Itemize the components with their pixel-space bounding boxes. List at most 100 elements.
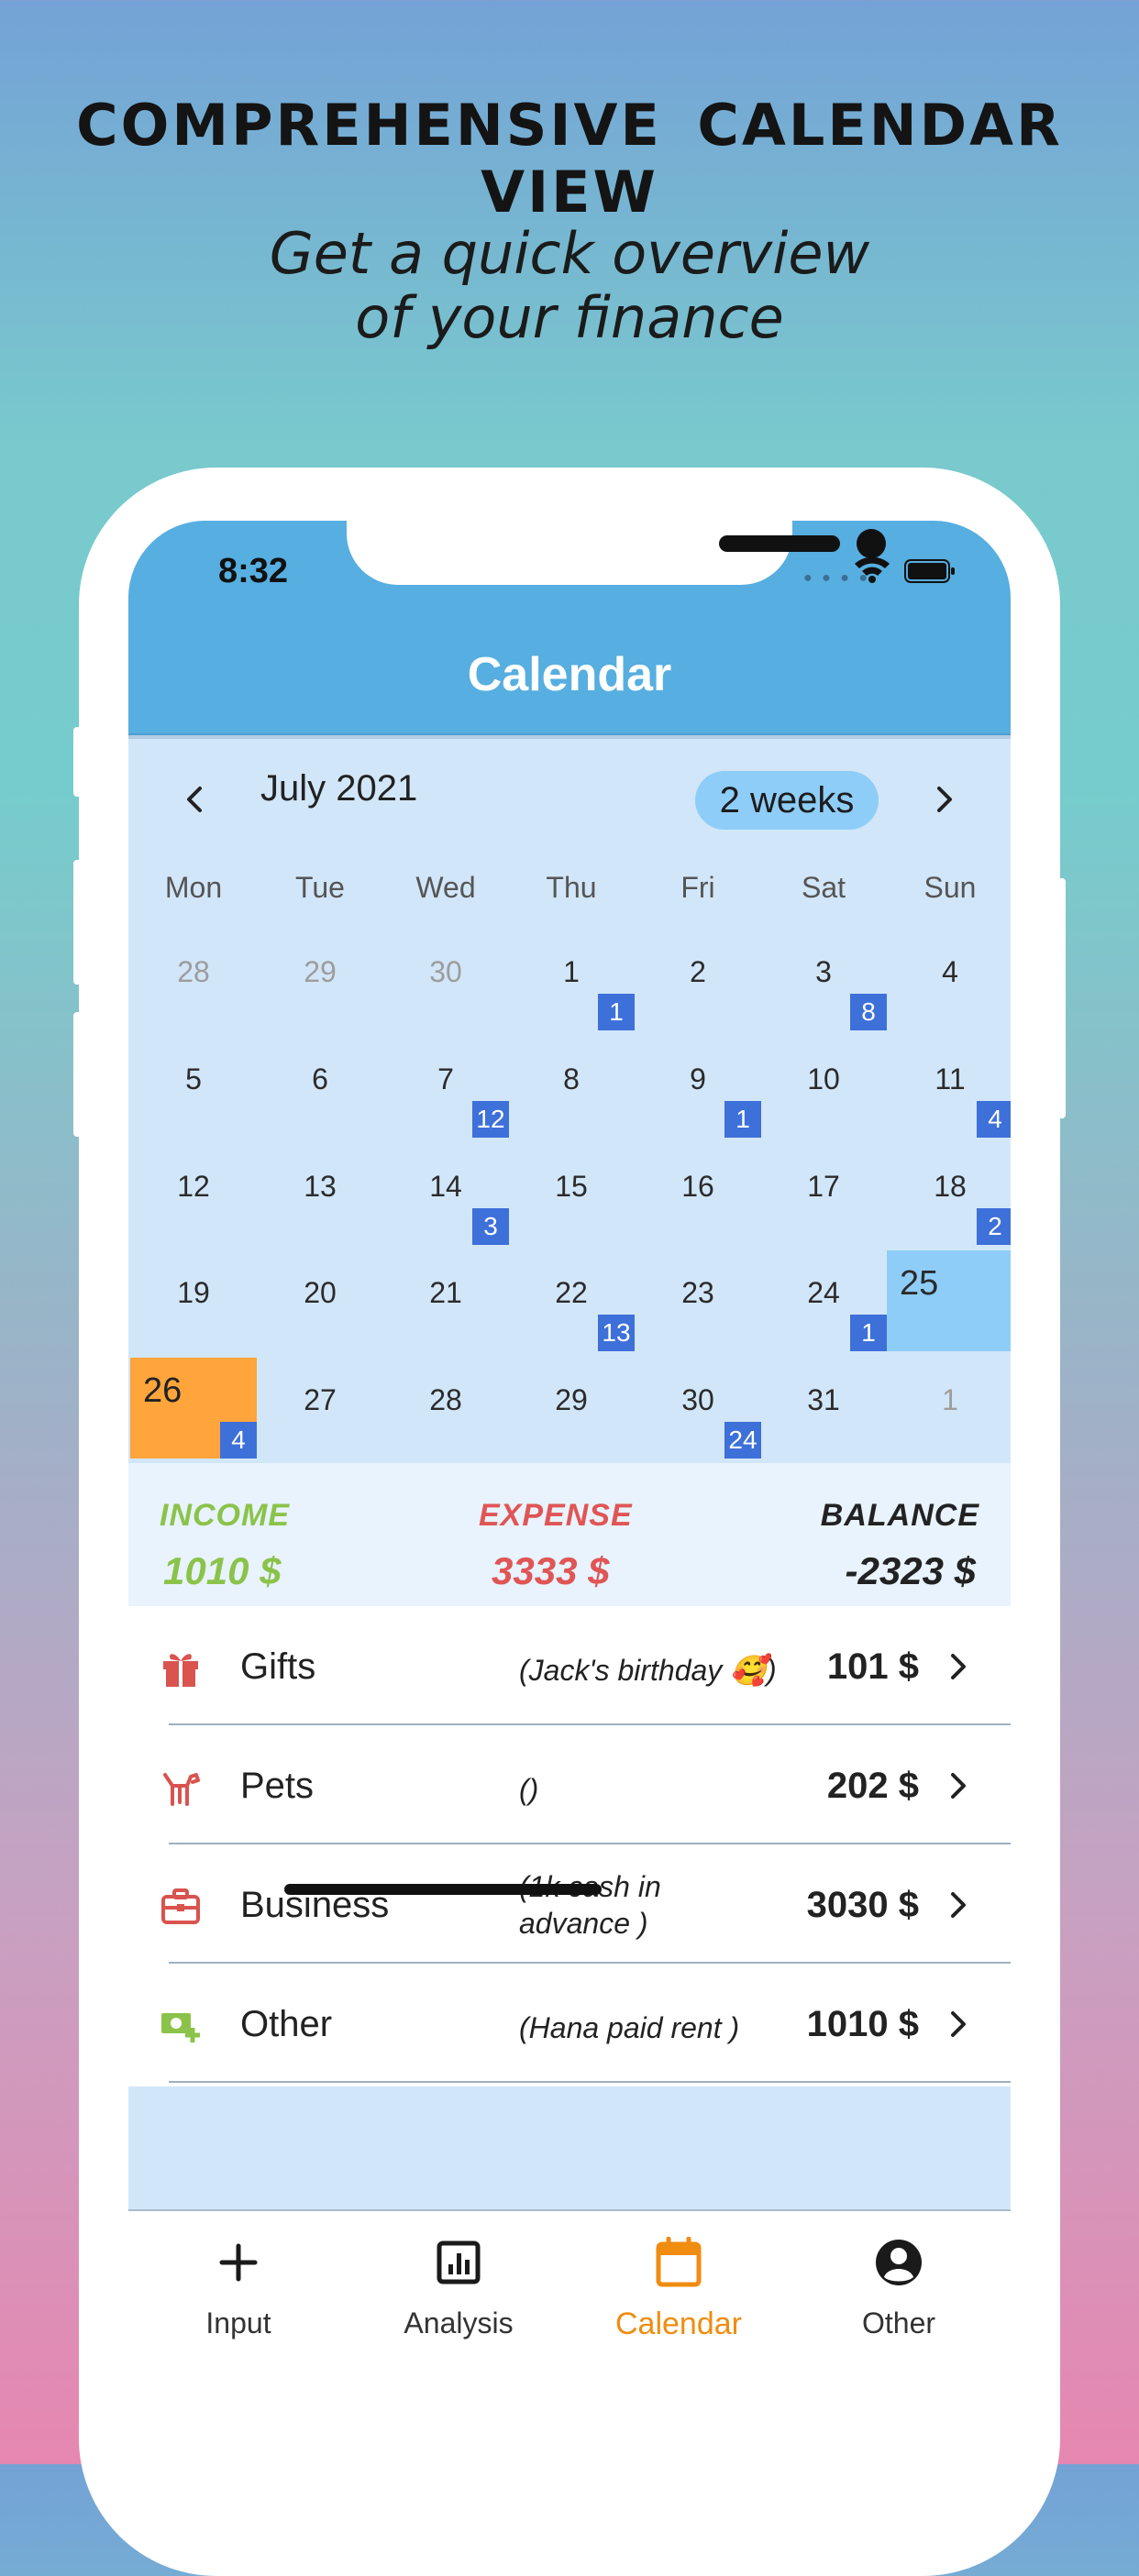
weekday-label: Thu [546,871,597,904]
plus-icon [219,2243,258,2282]
day-number: 28 [429,1383,462,1416]
cash-plus-icon [161,2013,200,2042]
weekday-label: Fri [680,871,715,904]
home-indicator[interactable] [284,1884,602,1895]
previous-month-button[interactable] [167,772,222,827]
speaker-grille [719,535,840,552]
day-number: 13 [304,1170,337,1203]
calendar-day[interactable]: 15 [508,1144,635,1245]
calendar-day[interactable]: 12 [130,1144,257,1245]
battery-icon [904,559,955,583]
day-number: 10 [807,1062,840,1095]
calendar-day[interactable]: 30 24 [635,1358,761,1459]
day-number: 19 [177,1276,210,1309]
day-number: 17 [807,1170,840,1203]
day-number: 15 [555,1170,588,1203]
tab-calendar[interactable]: Calendar [569,2211,789,2394]
calendar-day[interactable]: 29 [257,930,383,1030]
tab-label: Other [861,2306,936,2339]
day-number: 16 [681,1170,714,1203]
transaction-row[interactable]: Other (Hana paid rent ) 1010 $ [128,1964,1011,2083]
calendar-day[interactable]: 28 [130,930,257,1030]
calendar-day[interactable]: 91 [635,1037,761,1138]
calendar-day[interactable]: 31 [760,1358,887,1459]
calendar-day[interactable]: 23 [635,1250,761,1351]
calendar-day[interactable]: 6 [257,1037,383,1138]
calendar-day[interactable]: 30 [382,930,509,1030]
calendar-day[interactable]: 24 1 [760,1250,887,1351]
day-number: 23 [681,1276,714,1309]
transaction-amount: 202 $ [826,1766,919,1806]
day-number: 1 [942,1383,958,1416]
calendar-day[interactable]: 21 [382,1250,509,1351]
tab-other[interactable]: Other [789,2211,1009,2394]
calendar-day[interactable]: 11 4 [887,1037,1011,1138]
calendar-day[interactable]: 28 [382,1358,509,1459]
calendar-day[interactable]: 11 [508,930,635,1030]
page-title: Calendar [467,648,672,701]
day-number: 5 [185,1062,202,1095]
transaction-count-badge: 1 [724,1101,761,1138]
expense-label: EXPENSE [479,1498,633,1533]
wifi-icon [855,556,890,583]
calendar-day[interactable]: 22 13 [508,1250,635,1351]
transaction-row[interactable]: Business (1k cash in advance ) 3030 $ [128,1844,1011,1964]
calendar-day[interactable]: 16 [635,1144,761,1245]
transaction-note: (1k cash in advance ) [519,1868,661,1942]
calendar-day[interactable]: 1 [887,1358,1011,1459]
calendar-day[interactable]: 2 [635,930,761,1030]
transaction-count-badge: 24 [724,1422,761,1459]
day-number: 29 [304,955,337,988]
transaction-category: Gifts [240,1646,316,1687]
calendar-day[interactable]: 13 [257,1144,383,1245]
calendar-day-selected[interactable]: 26 4 [130,1358,257,1459]
calendar-day[interactable]: 29 [508,1358,635,1459]
calendar-day[interactable]: 14 3 [382,1144,509,1245]
calendar-day[interactable]: 8 [508,1037,635,1138]
next-month-button[interactable] [917,772,972,827]
calendar-format-toggle[interactable]: 2 weeks [695,771,879,830]
transaction-count-badge: 4 [977,1101,1011,1138]
day-number: 26 [143,1371,182,1410]
weekday-label: Tue [295,871,345,904]
transaction-amount: 3030 $ [806,1885,919,1925]
tab-input[interactable]: Input [128,2211,348,2394]
calendar-day[interactable]: 18 2 [887,1144,1011,1245]
tab-label: Analysis [404,2306,514,2339]
transaction-count-badge: 1 [850,1315,887,1351]
calendar-day-today[interactable]: 25 [887,1250,1011,1351]
transaction-row[interactable]: Gifts (Jack's birthday 🥰) 101 $ [128,1606,1011,1725]
calendar-day[interactable]: 17 [760,1144,887,1245]
tab-label: Calendar [615,2306,742,2341]
promo-subtitle-line-2: of your finance [355,284,784,351]
transaction-row[interactable]: Pets () 202 $ [128,1725,1011,1844]
day-number: 4 [942,955,958,988]
calendar-day[interactable]: 4 [887,930,1011,1030]
day-number: 20 [304,1276,337,1309]
calendar-day[interactable]: 20 [257,1250,383,1351]
promo-subtitle: Get a quick overview of your finance [0,222,1139,350]
day-number: 25 [900,1264,939,1303]
calendar-day[interactable]: 38 [760,930,887,1030]
chevron-right-icon [951,1773,966,1799]
transaction-count-badge: 1 [598,994,635,1030]
transaction-count-badge: 13 [598,1315,635,1351]
weekday-label: Sun [923,871,977,904]
bottom-tab-bar: Input Analysis Calendar Other [128,2209,1011,2537]
tab-analysis[interactable]: Analysis [348,2211,569,2394]
calendar-day[interactable]: 5 [130,1037,257,1138]
pet-icon [163,1773,200,1806]
expense-value: 3333 $ [492,1549,610,1592]
calendar-day[interactable]: 27 [257,1358,383,1459]
day-number: 31 [807,1383,840,1416]
transaction-count-badge: 4 [220,1422,257,1459]
tab-label: Input [205,2306,271,2339]
balance-label: BALANCE [820,1498,979,1533]
income-label: INCOME [160,1498,290,1533]
chevron-right-icon [951,1892,966,1918]
calendar-icon [656,2237,702,2287]
calendar-day[interactable]: 19 [130,1250,257,1351]
transaction-category: Other [240,2004,333,2044]
calendar-day[interactable]: 7 12 [382,1037,509,1138]
calendar-day[interactable]: 10 [760,1037,887,1138]
